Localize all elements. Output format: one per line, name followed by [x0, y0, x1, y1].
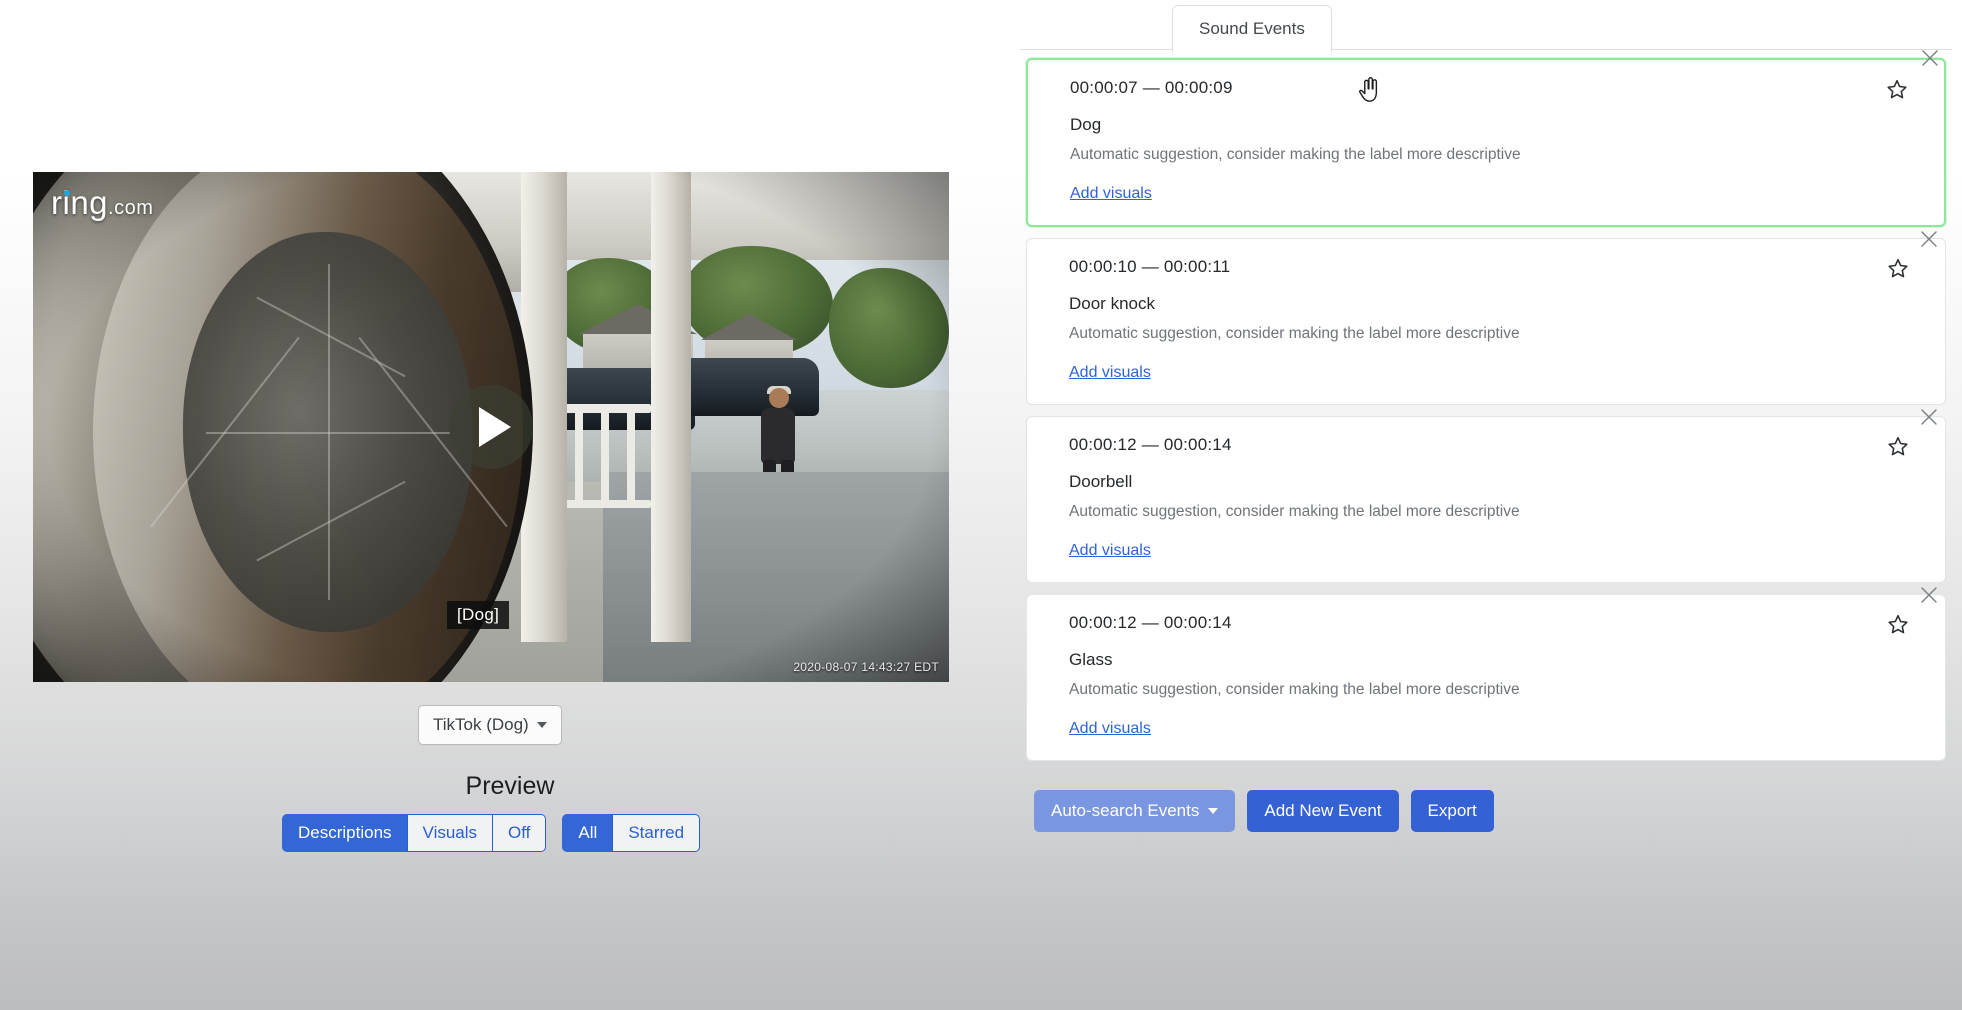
- star-outline-icon[interactable]: [1887, 613, 1909, 635]
- caption-overlay: [Dog]: [447, 601, 510, 629]
- porch-column: [651, 172, 691, 642]
- add-new-event-button[interactable]: Add New Event: [1247, 790, 1399, 832]
- video-timestamp-overlay: 2020-08-07 14:43:27 EDT: [793, 660, 939, 674]
- filter-all[interactable]: All: [562, 814, 613, 852]
- caret-down-icon: [536, 722, 547, 728]
- close-icon[interactable]: [1917, 583, 1941, 607]
- display-mode-visuals[interactable]: Visuals: [406, 814, 493, 852]
- person-head: [769, 388, 789, 408]
- play-icon: [479, 407, 511, 447]
- display-mode-descriptions[interactable]: Descriptions: [282, 814, 407, 852]
- video-preview-panel: ring.com 2020-08-07 14:43:27 EDT [Dog] T…: [0, 0, 1020, 1010]
- event-time-range: 00:00:12 — 00:00:14: [1069, 613, 1232, 632]
- railing-post: [601, 404, 609, 508]
- event-time-range: 00:00:07 — 00:00:09: [1070, 78, 1233, 97]
- event-card[interactable]: 00:00:12 — 00:00:14 Glass Automatic sugg…: [1026, 587, 1946, 761]
- event-hint: Automatic suggestion, consider making th…: [1069, 503, 1520, 520]
- event-label: Dog: [1070, 115, 1102, 134]
- door-glass-panel: [149, 232, 509, 632]
- event-label: Doorbell: [1069, 472, 1133, 491]
- ring-logo-dot: [64, 190, 70, 196]
- event-card[interactable]: 00:00:10 — 00:00:11 Door knock Automatic…: [1026, 231, 1946, 405]
- close-icon[interactable]: [1917, 227, 1941, 251]
- ring-watermark-text: ring: [51, 184, 109, 221]
- ring-watermark: ring.com: [51, 184, 153, 222]
- auto-search-events-label: Auto-search Events: [1051, 801, 1200, 820]
- event-label: Door knock: [1069, 294, 1155, 313]
- event-hint: Automatic suggestion, consider making th…: [1070, 146, 1521, 163]
- person-torso: [761, 408, 795, 464]
- event-time-range: 00:00:12 — 00:00:14: [1069, 435, 1232, 454]
- caret-down-icon: [1208, 808, 1219, 814]
- event-card[interactable]: 00:00:07 — 00:00:09 Dog Automatic sugges…: [1026, 50, 1946, 227]
- events-panel: Sound Events 00:00:07 — 00:00:09 Dog Aut…: [1020, 0, 1962, 1010]
- preview-controls: Descriptions Visuals Off All Starred: [282, 814, 701, 852]
- ring-watermark-suffix: .com: [108, 197, 154, 219]
- star-outline-icon[interactable]: [1887, 435, 1909, 457]
- railing-post: [575, 404, 583, 508]
- filter-group: All Starred: [562, 814, 701, 852]
- railing-post: [627, 404, 635, 508]
- clip-select-label: TikTok (Dog): [433, 715, 529, 734]
- close-icon[interactable]: [1917, 405, 1941, 429]
- event-label: Glass: [1069, 650, 1113, 669]
- add-visuals-link[interactable]: Add visuals: [1070, 185, 1152, 203]
- tab-sound-events[interactable]: Sound Events: [1172, 5, 1332, 53]
- door-glass-pattern: [149, 232, 509, 632]
- close-icon[interactable]: [1918, 46, 1942, 70]
- event-card[interactable]: 00:00:12 — 00:00:14 Doorbell Automatic s…: [1026, 409, 1946, 583]
- event-time-range: 00:00:10 — 00:00:11: [1069, 257, 1231, 276]
- add-visuals-link[interactable]: Add visuals: [1069, 364, 1151, 382]
- clip-select-dropdown[interactable]: TikTok (Dog): [418, 705, 562, 745]
- display-mode-group: Descriptions Visuals Off: [282, 814, 547, 852]
- action-bar: Auto-search Events Add New Event Export: [1034, 790, 1494, 832]
- tab-strip: Sound Events: [1020, 0, 1952, 53]
- event-hint: Automatic suggestion, consider making th…: [1069, 681, 1520, 698]
- auto-search-events-button[interactable]: Auto-search Events: [1034, 790, 1236, 832]
- add-visuals-link[interactable]: Add visuals: [1069, 720, 1151, 738]
- play-button[interactable]: [449, 385, 533, 469]
- filter-starred[interactable]: Starred: [612, 814, 701, 852]
- event-hint: Automatic suggestion, consider making th…: [1069, 325, 1520, 342]
- preview-heading: Preview: [465, 772, 555, 800]
- star-outline-icon[interactable]: [1886, 78, 1908, 100]
- star-outline-icon[interactable]: [1887, 257, 1909, 279]
- display-mode-off[interactable]: Off: [492, 814, 547, 852]
- export-button[interactable]: Export: [1410, 790, 1494, 832]
- add-visuals-link[interactable]: Add visuals: [1069, 542, 1151, 560]
- sound-events-list: 00:00:07 — 00:00:09 Dog Automatic sugges…: [1020, 50, 1952, 772]
